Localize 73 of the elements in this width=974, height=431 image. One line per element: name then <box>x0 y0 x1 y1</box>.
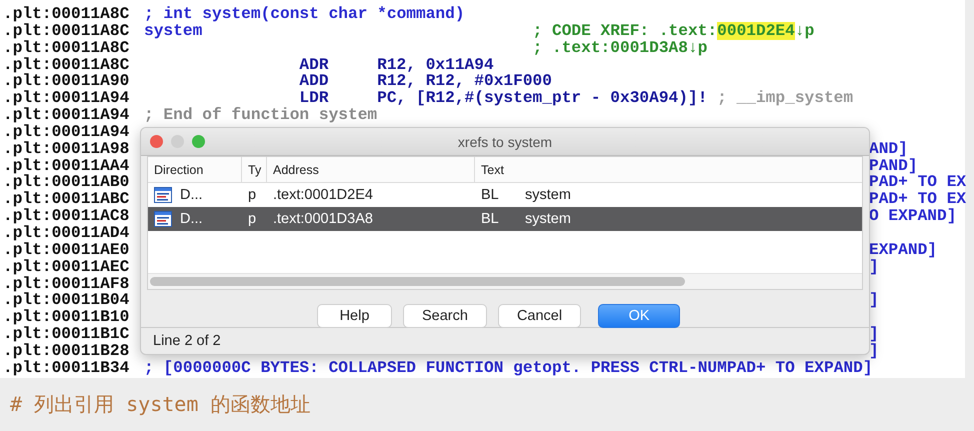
table-row[interactable]: D... p .text:0001D2E4 BL system <box>148 183 862 207</box>
close-icon[interactable] <box>150 135 163 148</box>
instruction-mnemonic: ADD <box>299 73 330 90</box>
column-header[interactable]: Text <box>475 157 862 182</box>
instruction-operands: PC, [R12,#(system_ptr - 0x30A94)]! <box>377 90 708 108</box>
column-header[interactable]: Address <box>267 157 475 182</box>
dialog-button[interactable]: Cancel <box>498 304 582 328</box>
scrollbar[interactable] <box>148 273 862 289</box>
caption-text: # 列出引用 system 的函数地址 <box>10 391 310 418</box>
code-comment: PAND] <box>869 158 918 174</box>
instruction-mnemonic: ADR <box>299 56 330 74</box>
table-cell-text: .text:0001D2E4 <box>272 187 374 203</box>
window-title: xrefs to system <box>456 134 554 150</box>
line-address: .plt:00011A8C <box>2 6 130 23</box>
status-text: Line 2 of 2 <box>152 332 222 349</box>
instruction-operands: R12, R12, #0x1F000 <box>377 73 552 90</box>
code-comment: ] <box>869 258 879 276</box>
line-address: .plt:00011A8C <box>2 56 130 74</box>
zoom-icon[interactable] <box>192 135 205 148</box>
xref-comment: ; .text:0001D3A8↓p <box>532 40 708 57</box>
line-address: .plt:00011A94 <box>2 90 130 108</box>
line-address: .plt:00011A8C <box>2 40 130 57</box>
line-address: .plt:00011AB0 <box>2 174 130 192</box>
table-cell-text: p <box>247 187 258 203</box>
table-cell: D... <box>180 211 203 227</box>
line-address: .plt:00011B1C <box>2 326 130 343</box>
code-comment: ; End of function system <box>144 106 378 124</box>
dialog-button[interactable]: Help <box>317 304 392 328</box>
column-header[interactable]: Ty <box>242 157 267 182</box>
table-cell: system <box>525 187 571 203</box>
function-label: system <box>144 22 202 40</box>
line-address: .plt:00011ABC <box>2 191 130 208</box>
dialog-button[interactable]: Search <box>403 304 487 328</box>
line-address: .plt:00011B10 <box>2 309 130 326</box>
table-cell-text: .text:0001D3A8 <box>272 211 374 227</box>
code-comment: ] <box>869 326 879 343</box>
table-cell: system <box>525 211 571 227</box>
line-address: .plt:00011B04 <box>2 292 130 310</box>
code-comment: ; int system(const char *command) <box>144 5 465 23</box>
line-address: .plt:00011AD4 <box>2 224 130 242</box>
line-address: .plt:00011AA4 <box>2 158 130 174</box>
code-comment: PAD+ TO EX <box>869 191 966 208</box>
code-comment: O EXPAND] <box>869 208 956 225</box>
table-cell-text: p <box>247 211 258 227</box>
table-row[interactable]: D... p .text:0001D3A8 BL system <box>148 207 862 231</box>
table-cell: D... <box>180 187 203 203</box>
line-address: .plt:00011AEC <box>2 258 130 276</box>
column-header[interactable]: Direction <box>148 157 242 182</box>
line-address: .plt:00011AE0 <box>2 242 130 259</box>
minimize-icon[interactable] <box>171 135 184 148</box>
table-cell-text: BL <box>481 187 500 203</box>
code-comment: EXPAND] <box>869 242 937 259</box>
code-comment: PAD+ TO EX <box>869 174 966 192</box>
line-address: .plt:00011A8C <box>2 22 130 40</box>
line-address: .plt:00011A90 <box>2 73 130 90</box>
line-address: .plt:00011AF8 <box>2 276 130 292</box>
line-address: .plt:00011B34 <box>2 360 130 377</box>
instruction-operands: R12, 0x11A94 <box>377 56 494 74</box>
line-address: .plt:00011A94 <box>2 107 130 124</box>
line-address: .plt:00011AC8 <box>2 208 130 225</box>
code-comment: ; __imp_system <box>717 90 854 108</box>
line-address: .plt:00011B28 <box>2 342 130 360</box>
code-comment: ] <box>869 292 879 310</box>
table-cell-text: BL <box>481 211 500 227</box>
code-comment: ; [0000000C BYTES: COLLAPSED FUNCTION getopt. PRESS CTRL-NUMPAD+ TO EXPAND] <box>144 358 873 377</box>
code-comment: ] <box>869 342 879 360</box>
line-address: .plt:00011A94 <box>2 124 130 141</box>
line-address: .plt:00011A98 <box>2 140 130 158</box>
xref-icon <box>154 211 172 227</box>
xref-comment: ; CODE XREF: .text:0001D2E4↓p <box>532 22 814 40</box>
code-comment: AND] <box>869 140 908 158</box>
xref-icon <box>154 187 172 203</box>
instruction-mnemonic: LDR <box>299 90 330 108</box>
